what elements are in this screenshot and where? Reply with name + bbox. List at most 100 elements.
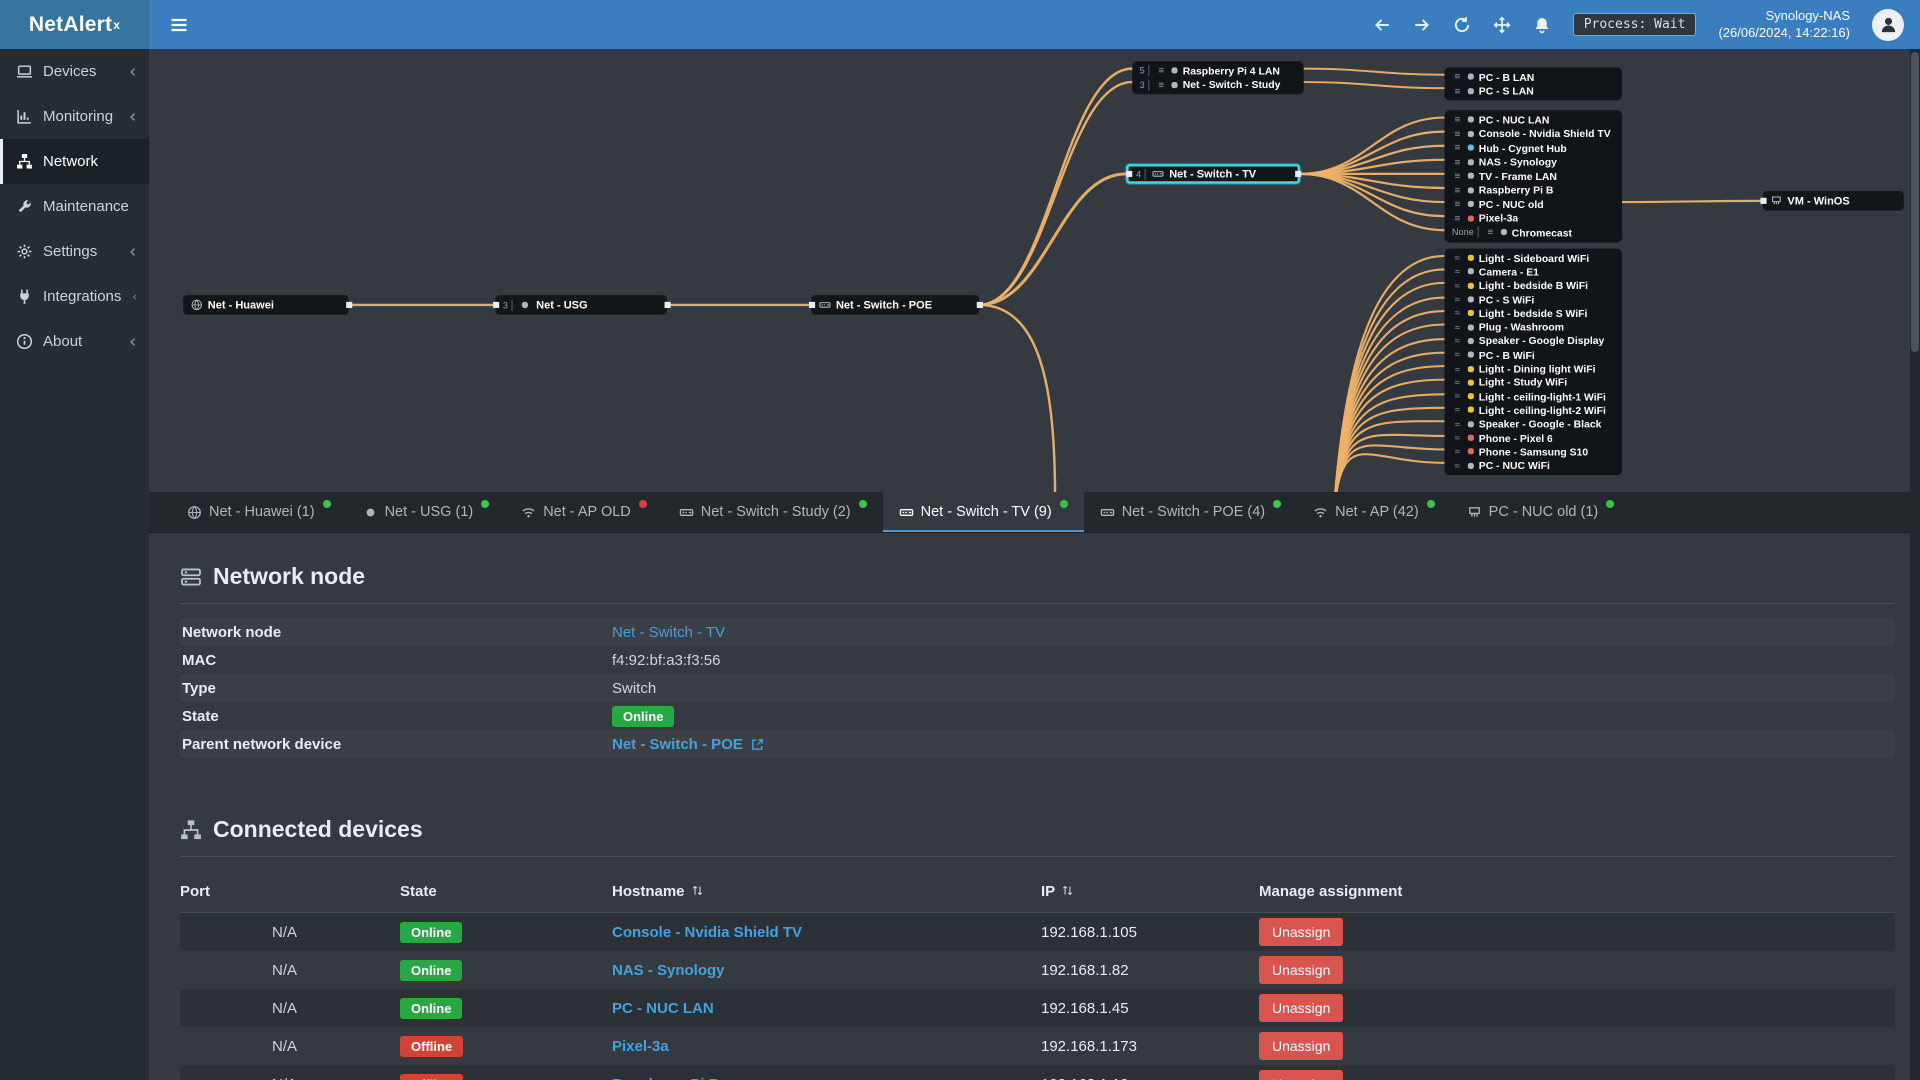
diagram-device-light-ceiling-light-1-wifi[interactable]: ≈ Light - ceiling-light-1 WiFi <box>1445 389 1623 403</box>
menu-toggle-button[interactable] <box>169 15 189 35</box>
status-dot-green <box>1426 500 1435 508</box>
sidebar-item-settings[interactable]: Settings <box>0 229 149 274</box>
main-content: Net - Huawei 3 Net - USG Net - Switch - POE… <box>149 49 1920 1080</box>
wifi-icon: ≈ <box>1454 390 1461 402</box>
device-label: Light - ceiling-light-2 WiFi <box>1478 403 1606 417</box>
diagram-device-light-bedside-b-wifi[interactable]: ≈ Light - bedside B WiFi <box>1445 279 1623 293</box>
diagram-device-pc-s-lan[interactable]: ≡ PC - S LAN <box>1445 84 1623 98</box>
diagram-device-pc-s-wifi[interactable]: ≈ PC - S WiFi <box>1445 293 1623 307</box>
sidebar-item-integrations[interactable]: Integrations <box>0 274 149 319</box>
device-label: PC - NUC LAN <box>1478 113 1550 126</box>
sort-icon[interactable] <box>691 884 704 897</box>
avatar[interactable] <box>1872 8 1904 41</box>
diagram-device-raspberry-pi-b[interactable]: ≡ Raspberry Pi B <box>1445 183 1623 197</box>
sidebar-item-maintenance[interactable]: Maintenance <box>0 184 149 229</box>
network-node-link[interactable]: Net - Switch - TV <box>612 624 725 641</box>
forward-arrow-icon[interactable] <box>1413 16 1431 34</box>
diagram-node-net-switch-poe[interactable]: Net - Switch - POE <box>808 295 983 315</box>
diagram-device-tv-frame-lan[interactable]: ≡ TV - Frame LAN <box>1445 169 1623 183</box>
detail-value: Switch <box>612 679 657 697</box>
lan-icon: ≡ <box>1454 156 1461 168</box>
diagram-device-light-dining-light-wifi[interactable]: ≈ Light - Dining light WiFi <box>1445 362 1623 376</box>
diagram-node-net-huawei[interactable]: Net - Huawei <box>183 295 352 315</box>
diagram-device-console-nvidia-shield-tv[interactable]: ≡ Console - Nvidia Shield TV <box>1445 127 1623 141</box>
monitor-icon <box>1467 296 1474 303</box>
diagram-device-pc-nuc-old[interactable]: ≡ PC - NUC old <box>1445 197 1623 211</box>
diagram-device-phone-samsung-s10[interactable]: ≈ Phone - Samsung S10 <box>1445 445 1623 459</box>
diagram-device-speaker-google-display[interactable]: ≈ Speaker - Google Display <box>1445 334 1623 348</box>
diagram-device-nas-synology[interactable]: ≡ NAS - Synology <box>1445 155 1623 169</box>
parent-device-link[interactable]: Net - Switch - POE <box>612 736 743 753</box>
topology-edge <box>1298 116 1446 176</box>
diagram-device-light-sideboard-wifi[interactable]: ≈ Light - Sideboard WiFi <box>1445 251 1623 265</box>
device-label: Light - Sideboard WiFi <box>1478 251 1590 265</box>
device-label: Pixel-3a <box>1478 212 1519 225</box>
node-label: Net - Switch - TV <box>1169 167 1257 181</box>
pi-icon <box>1171 67 1178 74</box>
diagram-node-net-switch-tv[interactable]: 4 Net - Switch - TV <box>1125 164 1301 184</box>
tab-net-switch-poe-4[interactable]: Net - Switch - POE (4) <box>1084 492 1297 532</box>
tab-net-switch-tv-9[interactable]: Net - Switch - TV (9) <box>882 492 1084 532</box>
chart-icon <box>16 108 33 125</box>
tab-net-usg-1[interactable]: Net - USG (1) <box>347 492 506 532</box>
diagram-device-hub-cygnet-hub[interactable]: ≡ Hub - Cygnet Hub <box>1445 141 1623 155</box>
diagram-device-light-study-wifi[interactable]: ≈ Light - Study WiFi <box>1445 376 1623 390</box>
device-label: Light - bedside B WiFi <box>1478 279 1588 292</box>
tab-net-huawei-1[interactable]: Net - Huawei (1) <box>171 492 347 532</box>
state-cell: Online <box>400 921 612 943</box>
hostname-link[interactable]: Pixel-3a <box>612 1038 669 1055</box>
detail-label: Network node <box>182 623 282 641</box>
hostname-link[interactable]: PC - NUC LAN <box>612 1000 714 1017</box>
status-dot-red <box>638 500 647 508</box>
connector-dot <box>492 301 499 308</box>
section-title: Connected devices <box>213 816 423 842</box>
bell-icon[interactable] <box>1533 16 1551 34</box>
diagram-device-pc-b-wifi[interactable]: ≈ PC - B WiFi <box>1445 348 1623 362</box>
tab-net-switch-study-2[interactable]: Net - Switch - Study (2) <box>663 492 883 532</box>
diagram-device-pc-nuc-wifi[interactable]: ≈ PC - NUC WiFi <box>1445 459 1623 473</box>
tab-pc-nuc-old-1[interactable]: PC - NUC old (1) <box>1451 492 1631 532</box>
detail-value: Online <box>612 705 675 727</box>
sidebar-item-devices[interactable]: Devices <box>0 49 149 94</box>
lan-icon: ≡ <box>1454 212 1461 224</box>
diagram-node-net-usg[interactable]: 3 Net - USG <box>492 295 671 315</box>
sidebar-item-label: Network <box>43 153 99 170</box>
unassign-button[interactable]: Unassign <box>1259 994 1344 1022</box>
connector-dot <box>976 301 983 308</box>
refresh-icon[interactable] <box>1453 16 1471 34</box>
sidebar-item-monitoring[interactable]: Monitoring <box>0 94 149 139</box>
unassign-button[interactable]: Unassign <box>1259 918 1344 946</box>
unassign-button[interactable]: Unassign <box>1259 1070 1344 1080</box>
column-header-hostname: Hostname <box>612 883 1041 900</box>
vertical-scrollbar[interactable] <box>1910 49 1920 1080</box>
diagram-device-chromecast[interactable]: None ≡ Chromecast <box>1445 225 1623 239</box>
diagram-device-light-bedside-s-wifi[interactable]: ≈ Light - bedside S WiFi <box>1445 306 1623 320</box>
sidebar-item-network[interactable]: Network <box>0 139 149 184</box>
diagram-device-speaker-google-black[interactable]: ≈ Speaker - Google - Black <box>1445 417 1623 431</box>
tab-net-ap-42[interactable]: Net - AP (42) <box>1297 492 1451 532</box>
sidebar-item-about[interactable]: About <box>0 319 149 364</box>
sidebar-item-label: Integrations <box>43 288 122 305</box>
move-icon[interactable] <box>1493 16 1511 34</box>
diagram-device-pc-b-lan[interactable]: ≡ PC - B LAN <box>1445 70 1623 84</box>
diagram-device-pixel-3a[interactable]: ≡ Pixel-3a <box>1445 211 1623 225</box>
detail-label: State <box>182 707 219 725</box>
diagram-device-raspberry-pi-4-lan[interactable]: 5 ≡ Raspberry Pi 4 LAN <box>1132 64 1303 78</box>
tab-net-ap-old[interactable]: Net - AP OLD <box>505 492 663 532</box>
sort-icon[interactable] <box>1061 884 1074 897</box>
tv-icon <box>1467 172 1474 180</box>
hostname-link[interactable]: Raspberry Pi B <box>612 1076 720 1080</box>
back-arrow-icon[interactable] <box>1373 16 1391 34</box>
unassign-button[interactable]: Unassign <box>1259 1032 1344 1060</box>
unassign-button[interactable]: Unassign <box>1259 956 1344 984</box>
hostname-link[interactable]: Console - Nvidia Shield TV <box>612 924 802 941</box>
diagram-device-light-ceiling-light-2-wifi[interactable]: ≈ Light - ceiling-light-2 WiFi <box>1445 403 1623 417</box>
hostname-link[interactable]: NAS - Synology <box>612 962 725 979</box>
diagram-device-phone-pixel-6[interactable]: ≈ Phone - Pixel 6 <box>1445 431 1623 445</box>
diagram-device-pc-nuc-lan[interactable]: ≡ PC - NUC LAN <box>1445 113 1623 127</box>
diagram-node-vm-winos[interactable]: VM - WinOS <box>1759 191 1904 211</box>
diagram-device-camera-e1[interactable]: ≈ Camera - E1 <box>1445 265 1623 279</box>
diagram-device-plug-washroom[interactable]: ≈ Plug - Washroom <box>1445 320 1623 334</box>
diagram-device-net-switch-study[interactable]: 3 ≡ Net - Switch - Study <box>1132 78 1303 92</box>
scrollbar-thumb[interactable] <box>1911 52 1919 352</box>
